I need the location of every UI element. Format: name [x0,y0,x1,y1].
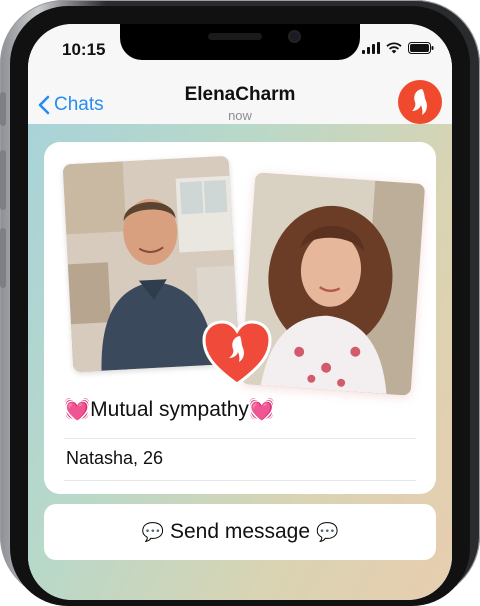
divider [64,480,416,481]
heart-icon: 💓 [248,398,276,421]
screen: 10:15 Chats ElenaCharm now 💓 Mutual symp… [28,24,452,600]
status-icons [362,42,434,54]
status-bar: 10:15 [28,24,452,78]
volume-down-button [0,228,6,288]
mute-switch [0,92,6,126]
battery-icon [408,42,434,54]
match-card: 💓 Mutual sympathy 💓 Natasha, 26 [44,142,436,494]
brand-logo-icon [412,89,427,115]
phone-frame: 10:15 Chats ElenaCharm now 💓 Mutual symp… [0,0,480,606]
speech-bubble-icon: 💬 [141,521,164,542]
chat-title: ElenaCharm [184,84,296,105]
dynamic-island [120,24,360,60]
match-title: 💓 Mutual sympathy 💓 [64,398,275,422]
wifi-icon [386,42,402,54]
chat-status: now [228,108,252,123]
avatar[interactable] [398,80,442,124]
send-message-button[interactable]: 💬 Send message 💬 [44,504,436,560]
speaker-grille [208,33,262,40]
heart-icon: 💓 [64,398,91,421]
volume-up-button [0,150,6,210]
match-name-age: Natasha, 26 [66,448,164,468]
match-title-text: Mutual sympathy [90,398,249,421]
send-message-label: Send message [169,520,311,543]
heart-icon [202,320,272,386]
divider [64,438,416,439]
front-camera [288,30,301,43]
signal-icon [362,42,380,54]
status-time: 10:15 [62,40,106,59]
speech-bubble-icon: 💬 [316,521,339,542]
